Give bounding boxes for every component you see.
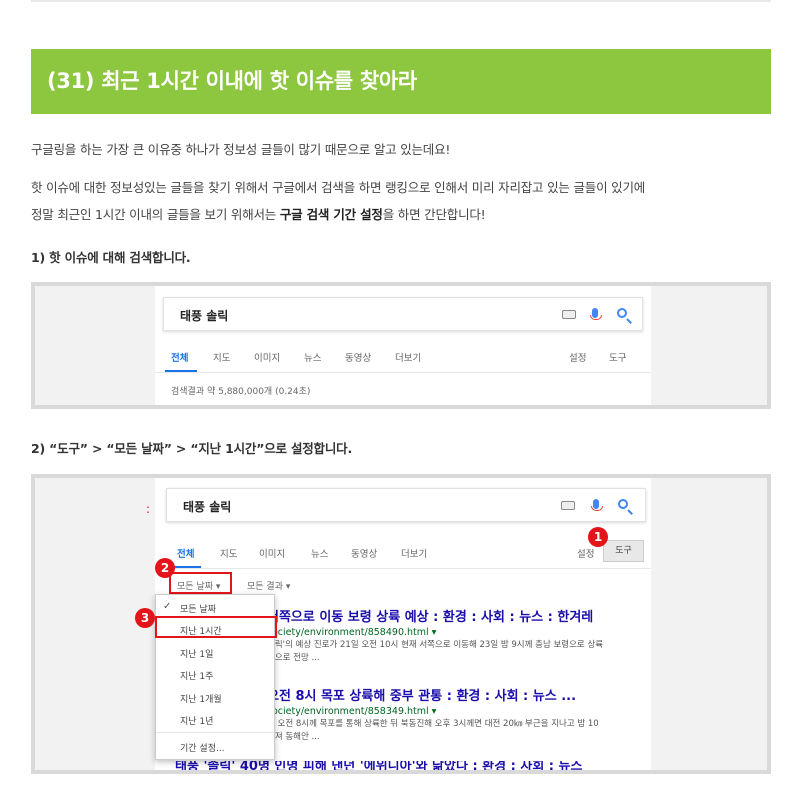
screenshot-1-inner: 태풍 솔릭 전체 지도 이미지 뉴스 동영상 더보기 설정 도구 검색결과 약 … <box>35 286 767 405</box>
paragraph-2-line-1: 핫 이슈에 대한 정보성있는 글들을 찾기 위해서 구글에서 검색을 하면 랭킹… <box>31 180 646 195</box>
paragraph-2: 핫 이슈에 대한 정보성있는 글들을 찾기 위해서 구글에서 검색을 하면 랭킹… <box>31 174 776 228</box>
keyboard-icon[interactable] <box>561 501 575 510</box>
tab-tools-1[interactable]: 도구 <box>609 350 626 364</box>
partial-logo-mark: : <box>146 502 151 516</box>
menu-item-past-week[interactable]: 지난 1주 <box>180 669 213 682</box>
step-2-label: 2) “도구” > “모든 날짜” > “지난 1시간”으로 설정합니다. <box>31 441 353 456</box>
mic-icon[interactable] <box>591 499 603 511</box>
menu-item-custom-range[interactable]: 기간 설정... <box>180 741 225 754</box>
tab-settings-2[interactable]: 설정 <box>577 546 594 560</box>
result-stats: 검색결과 약 5,880,000개 (0.24초) <box>171 387 311 397</box>
search-query-2: 태풍 솔릭 <box>183 500 232 514</box>
mic-icon[interactable] <box>590 308 602 320</box>
menu-item-past-day[interactable]: 지난 1일 <box>180 647 213 660</box>
screenshot-2: : 태풍 솔릭 전체 지도 이미지 뉴스 동영상 더보기 설정 도구 1 모든 … <box>31 474 771 774</box>
keyboard-icon[interactable] <box>562 310 576 319</box>
screenshot-1: 태풍 솔릭 전체 지도 이미지 뉴스 동영상 더보기 설정 도구 검색결과 약 … <box>31 282 771 409</box>
tab-divider-1 <box>155 372 651 373</box>
tab-images-2[interactable]: 이미지 <box>259 546 285 560</box>
tools-button[interactable]: 도구 <box>603 540 644 562</box>
tab-videos-1[interactable]: 동영상 <box>345 350 371 364</box>
highlight-date-filter <box>169 572 232 594</box>
result-url-2[interactable]: society/environment/858349.html ▾ <box>267 706 436 717</box>
menu-divider <box>156 732 274 733</box>
step-1-label: 1) 핫 이슈에 대해 검색합니다. <box>31 250 191 265</box>
filter-results[interactable]: 모든 결과 ▾ <box>247 579 290 592</box>
tab-news-1[interactable]: 뉴스 <box>304 350 321 364</box>
tab-all-2[interactable]: 전체 <box>177 546 194 560</box>
menu-item-past-year[interactable]: 지난 1년 <box>180 714 213 727</box>
tab-videos-2[interactable]: 동영상 <box>351 546 377 560</box>
tab-settings-1[interactable]: 설정 <box>569 350 586 364</box>
screenshot-2-inner: : 태풍 솔릭 전체 지도 이미지 뉴스 동영상 더보기 설정 도구 1 모든 … <box>35 478 767 770</box>
search-query-1: 태풍 솔릭 <box>180 309 229 323</box>
tab-maps-2[interactable]: 지도 <box>220 546 237 560</box>
google-panel-1: 태풍 솔릭 전체 지도 이미지 뉴스 동영상 더보기 설정 도구 검색결과 약 … <box>155 286 651 405</box>
tab-news-2[interactable]: 뉴스 <box>311 546 328 560</box>
result-url-1[interactable]: society/environment/858490.html ▾ <box>267 627 436 638</box>
google-panel-2: 태풍 솔릭 전체 지도 이미지 뉴스 동영상 더보기 설정 도구 1 모든 날짜… <box>155 478 651 770</box>
paragraph-2-bold: 구글 검색 기간 설정 <box>279 207 383 222</box>
search-box-2[interactable]: 태풍 솔릭 <box>166 488 646 522</box>
result-title-1[interactable]: 서쪽으로 이동 보령 상륙 예상 : 환경 : 사회 : 뉴스 : 한겨레 <box>267 606 593 625</box>
search-box-1[interactable]: 태풍 솔릭 <box>163 297 643 331</box>
paragraph-2-text: 정말 최근인 1시간 이내의 글들을 보기 위해서는 <box>31 207 280 222</box>
search-icon[interactable] <box>617 308 627 318</box>
checkmark-icon: ✓ <box>163 601 172 612</box>
menu-item-any-time[interactable]: 모든 날짜 <box>180 602 216 615</box>
highlight-past-hour <box>155 616 277 638</box>
tab-more-1[interactable]: 더보기 <box>395 350 421 364</box>
menu-item-past-month[interactable]: 지난 1개월 <box>180 692 222 705</box>
tab-more-2[interactable]: 더보기 <box>401 546 427 560</box>
result-title-2[interactable]: 오전 8시 목포 상륙해 중부 관통 : 환경 : 사회 : 뉴스 ... <box>267 685 576 704</box>
step-badge-3: 3 <box>135 608 155 628</box>
result-title-3[interactable]: 태풍 '솔릭' 40명 인명 피해 낸던 '에위니아'와 닮았다 : 환경 : … <box>175 761 582 770</box>
tab-divider-2 <box>155 568 651 569</box>
result-title-3-clip: 태풍 '솔릭' 40명 인명 피해 낸던 '에위니아'와 닮았다 : 환경 : … <box>155 761 651 770</box>
tab-images-1[interactable]: 이미지 <box>254 350 280 364</box>
result-desc-1a: 솔릭'의 예상 진로가 21일 오전 10시 현재 서쪽으로 이동해 23일 밤… <box>267 640 604 650</box>
paragraph-1: 구글링을 하는 가장 큰 이유중 하나가 정보성 글들이 많기 때문으로 알고 … <box>31 142 451 157</box>
top-divider <box>31 0 771 2</box>
tab-all-1[interactable]: 전체 <box>171 350 188 364</box>
step-badge-2: 2 <box>155 558 175 578</box>
section-heading: (31) 최근 1시간 이내에 핫 이슈를 찾아라 <box>47 69 417 93</box>
section-banner: (31) 최근 1시간 이내에 핫 이슈를 찾아라 <box>31 49 771 114</box>
result-desc-2a: 일 오전 8시께 목포를 통해 상륙한 뒤 북동진해 오후 3시께면 대전 20… <box>267 719 599 729</box>
paragraph-2-line-2: 정말 최근인 1시간 이내의 글들을 보기 위해서는 구글 검색 기간 설정을 … <box>31 201 776 228</box>
tab-maps-1[interactable]: 지도 <box>213 350 230 364</box>
step-badge-1: 1 <box>588 527 608 547</box>
search-icon[interactable] <box>618 499 628 509</box>
paragraph-2-text-end: 을 하면 간단합니다! <box>382 207 486 222</box>
